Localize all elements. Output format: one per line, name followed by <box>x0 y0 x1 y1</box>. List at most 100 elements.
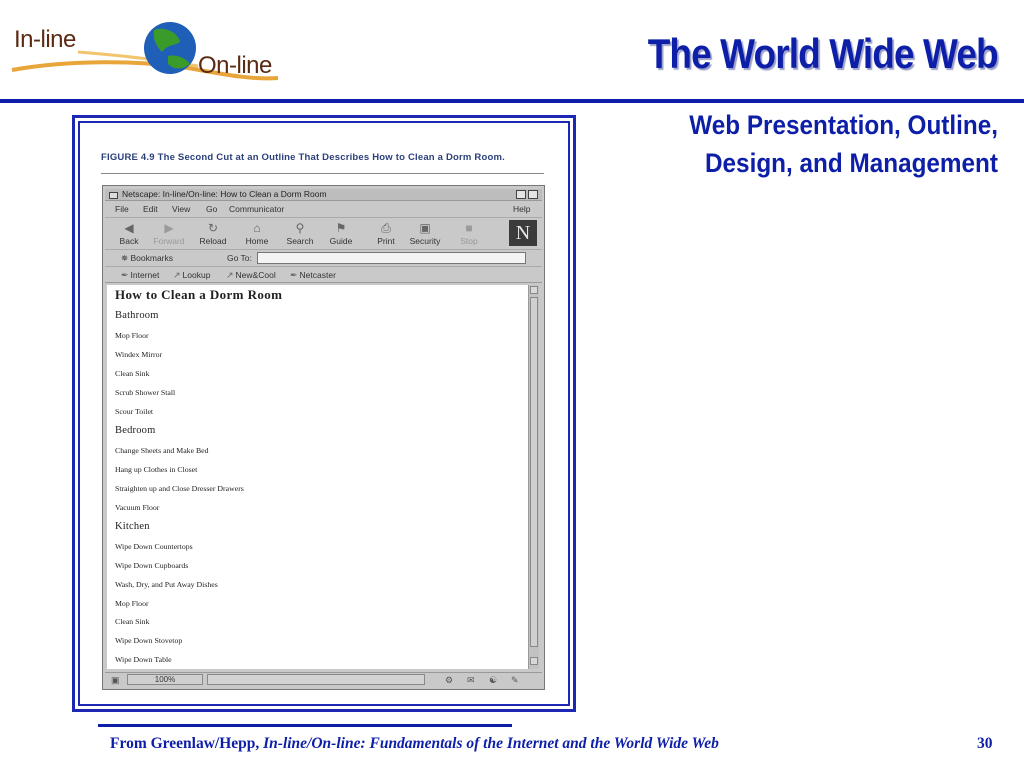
maximize-icon[interactable] <box>528 190 538 199</box>
menu-file[interactable]: File <box>115 204 129 214</box>
guide-button-label: Guide <box>329 236 353 246</box>
search-button[interactable]: ⚲ Search <box>282 220 318 250</box>
title-divider <box>0 99 1024 103</box>
security-button-label: Security <box>409 236 441 246</box>
in-line-on-line-logo: In-line On-line <box>8 8 282 94</box>
figure-caption-rule <box>101 173 544 174</box>
list-item: Wipe Down Cupboards <box>115 561 189 570</box>
personal-link-netcaster[interactable]: ✒ Netcaster <box>290 270 336 281</box>
forward-button-label: Forward <box>153 236 185 246</box>
browser-status-bar: ▣ 100% ⚙ ✉ ☯ ✎ <box>105 672 542 686</box>
print-button-label: Print <box>377 236 395 246</box>
mail-component-icon[interactable]: ✉ <box>467 675 475 686</box>
browser-menu-bar: File Edit View Go Communicator Help <box>105 203 542 216</box>
list-item: Wash, Dry, and Put Away Dishes <box>115 580 218 589</box>
browser-title-bar: Netscape: In-line/On-line: How to Clean … <box>105 189 542 201</box>
browser-window-title: Netscape: In-line/On-line: How to Clean … <box>122 189 327 199</box>
guide-button[interactable]: ⚑ Guide <box>323 220 359 250</box>
logo-in-line-text: In-line <box>14 26 76 53</box>
home-icon: ⌂ <box>253 221 261 235</box>
personal-link-lookup[interactable]: ↗ Lookup <box>173 270 210 281</box>
personal-link-newcool[interactable]: ↗ New&Cool <box>226 270 276 281</box>
navigator-component-icon[interactable]: ⚙ <box>445 675 453 686</box>
reload-button-label: Reload <box>199 236 227 246</box>
bookmark-link-icon: ✒ <box>290 270 298 280</box>
vertical-scrollbar[interactable] <box>528 285 539 669</box>
forward-arrow-icon: ▶ <box>164 221 174 235</box>
personal-link-label: New&Cool <box>235 270 276 280</box>
composer-component-icon[interactable]: ✎ <box>511 675 519 686</box>
menu-communicator[interactable]: Communicator <box>229 204 284 214</box>
subtitle-line-1: Web Presentation, Outline, <box>689 110 998 140</box>
list-item: Clean Sink <box>115 369 150 378</box>
search-icon: ⚲ <box>295 221 305 235</box>
folder-icon: ↗ <box>173 270 181 280</box>
print-button[interactable]: ⎙ Print <box>368 220 404 250</box>
personal-link-label: Internet <box>130 270 160 280</box>
slide-subtitle: Web Presentation, Outline, Design, and M… <box>656 106 998 182</box>
back-arrow-icon: ◀ <box>124 221 134 235</box>
list-item: Scrub Shower Stall <box>115 388 176 397</box>
discussion-component-icon[interactable]: ☯ <box>489 675 497 686</box>
list-item: Mop Floor <box>115 599 149 608</box>
scroll-down-arrow-icon[interactable] <box>530 657 538 665</box>
back-button[interactable]: ◀ Back <box>111 220 147 250</box>
stop-button-label: Stop <box>460 236 478 246</box>
list-item: Hang up Clothes in Closet <box>115 465 198 474</box>
menu-go[interactable]: Go <box>206 204 217 214</box>
home-button-label: Home <box>245 236 269 246</box>
bookmarks-label: Bookmarks <box>130 253 173 263</box>
forward-button[interactable]: ▶ Forward <box>151 220 187 250</box>
list-item: Wipe Down Stovetop <box>115 636 183 645</box>
footer-book-title: In-line/On-line: Fundamentals of the Int… <box>263 735 719 752</box>
footer-citation: From Greenlaw/Hepp, In-line/On-line: Fun… <box>110 735 719 753</box>
navigation-toolbar: ◀ Back ▶ Forward ↻ Reload ⌂ Home ⚲ Searc… <box>105 217 542 250</box>
list-item: Wipe Down Countertops <box>115 542 193 551</box>
list-item: Vacuum Floor <box>115 503 160 512</box>
back-button-label: Back <box>119 236 139 246</box>
menu-view[interactable]: View <box>172 204 190 214</box>
scrollbar-thumb[interactable] <box>530 297 538 647</box>
security-status-icon[interactable]: ▣ <box>111 675 120 686</box>
window-menu-icon[interactable] <box>109 192 118 199</box>
personal-toolbar: ✒ Internet ↗ Lookup ↗ New&Cool ✒ Netcaster <box>105 268 542 283</box>
menu-help[interactable]: Help <box>513 204 530 214</box>
guide-icon: ⚑ <box>335 221 347 235</box>
location-toolbar: ✵ Bookmarks Go To: <box>105 251 542 267</box>
print-icon: ⎙ <box>381 221 391 235</box>
footer-prefix: From Greenlaw/Hepp, <box>110 735 264 752</box>
list-item: Wipe Down Table <box>115 655 172 664</box>
stop-icon: ■ <box>465 221 473 235</box>
status-message-area <box>207 674 425 685</box>
reload-icon: ↻ <box>207 221 219 235</box>
logo-on-line-text: On-line <box>198 52 272 79</box>
netscape-browser-window: Netscape: In-line/On-line: How to Clean … <box>102 185 545 690</box>
netscape-n-logo: N <box>509 220 537 246</box>
scroll-up-arrow-icon[interactable] <box>530 286 538 294</box>
list-item: Mop Floor <box>115 331 149 340</box>
zoom-level: 100% <box>127 674 203 685</box>
subtitle-line-2: Design, and Management <box>704 148 998 178</box>
lock-icon: ▣ <box>419 221 431 235</box>
stop-button[interactable]: ■ Stop <box>451 220 487 250</box>
reload-button[interactable]: ↻ Reload <box>195 220 231 250</box>
section-heading-bedroom: Bedroom <box>115 425 156 436</box>
minimize-icon[interactable] <box>516 190 526 199</box>
bookmark-link-icon: ✒ <box>121 270 129 280</box>
home-button[interactable]: ⌂ Home <box>239 220 275 250</box>
footer-divider <box>98 724 512 727</box>
folder-icon: ↗ <box>226 270 234 280</box>
section-heading-kitchen: Kitchen <box>115 521 150 532</box>
section-heading-bathroom: Bathroom <box>115 310 159 321</box>
security-button[interactable]: ▣ Security <box>407 220 443 250</box>
personal-link-internet[interactable]: ✒ Internet <box>121 270 159 281</box>
slide-title: The World Wide Web <box>647 30 999 77</box>
goto-url-input[interactable] <box>257 252 526 264</box>
menu-edit[interactable]: Edit <box>143 204 158 214</box>
bookmarks-button[interactable]: ✵ Bookmarks <box>121 253 173 264</box>
list-item: Clean Sink <box>115 617 150 626</box>
browser-content-area: How to Clean a Dorm Room Bathroom Mop Fl… <box>107 285 528 669</box>
list-item: Change Sheets and Make Bed <box>115 446 209 455</box>
personal-link-label: Lookup <box>182 270 211 280</box>
list-item: Scour Toilet <box>115 407 154 416</box>
